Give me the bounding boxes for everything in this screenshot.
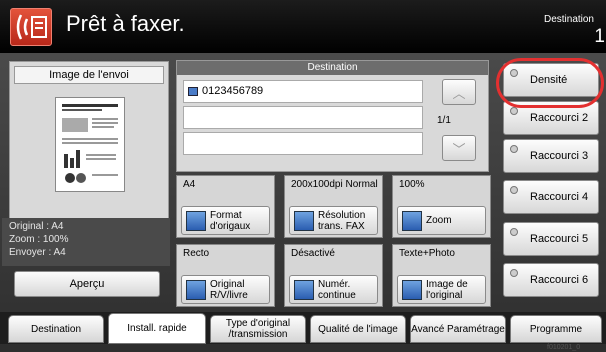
shortcut-3-button[interactable]: Raccourci 3	[503, 139, 599, 173]
destination-header: Destination	[177, 61, 488, 75]
original-size-button[interactable]: Format d'origaux	[181, 206, 270, 235]
destination-number: 0123456789	[202, 85, 264, 97]
original-size-icon	[186, 210, 206, 231]
shortcut-led-icon	[510, 269, 518, 277]
document-thumbnail	[55, 97, 125, 192]
zoom-icon	[402, 210, 422, 231]
function-button-label: Format d'origaux	[210, 209, 251, 232]
settings-summary: Original : A4 Zoom : 100% Envoyer : A4	[2, 218, 170, 266]
function-value: Recto	[183, 248, 210, 259]
highlight-circle	[496, 58, 604, 108]
chevron-up-icon: ︿	[452, 85, 466, 101]
original-image-icon	[402, 279, 422, 300]
function-button-label: Zoom	[426, 215, 452, 226]
tab-image-quality[interactable]: Qualité de l'image	[310, 315, 406, 343]
continuous-scan-icon	[294, 279, 314, 300]
preview-button[interactable]: Aperçu	[14, 271, 160, 297]
destination-row[interactable]	[183, 106, 423, 129]
chevron-down-icon: ﹀	[452, 141, 466, 157]
tab-destination[interactable]: Destination	[8, 315, 104, 343]
tab-quick-setup[interactable]: Install. rapide	[108, 313, 206, 344]
shortcut-4-button[interactable]: Raccourci 4	[503, 180, 599, 214]
summary-zoom: Zoom : 100%	[9, 234, 69, 245]
function-original-size: A4 Format d'origaux	[176, 175, 275, 238]
function-button-label: Image de l'original	[426, 278, 468, 301]
function-fax-resolution: 200x100dpi Normal Résolution trans. FAX	[284, 175, 383, 238]
function-value: Texte+Photo	[399, 248, 455, 259]
tab-program[interactable]: Programme	[510, 315, 602, 343]
shortcut-label: Raccourci 3	[530, 150, 589, 162]
function-zoom: 100% Zoom	[392, 175, 491, 238]
fax-resolution-button[interactable]: Résolution trans. FAX	[289, 206, 378, 235]
function-continuous-scan: Désactivé Numér. continue	[284, 244, 383, 307]
page-indicator: 1/1	[437, 115, 451, 126]
shortcut-label: Raccourci 5	[530, 233, 589, 245]
shortcut-label: Raccourci 2	[530, 112, 589, 124]
function-value: A4	[183, 179, 196, 190]
function-value: 100%	[399, 179, 425, 190]
fax-screen: Prêt à faxer. Destination 1 Image de l'e…	[0, 0, 606, 352]
summary-send-size: Envoyer : A4	[9, 247, 66, 258]
preview-title: Image de l'envoi	[14, 66, 164, 84]
function-value: Désactivé	[291, 248, 335, 259]
image-id: f010201_0	[547, 344, 581, 351]
header-bar: Prêt à faxer. Destination 1	[0, 0, 606, 53]
shortcut-5-button[interactable]: Raccourci 5	[503, 222, 599, 256]
destination-row[interactable]: 0123456789	[183, 80, 423, 103]
scroll-down-button[interactable]: ﹀	[442, 135, 476, 161]
page-title: Prêt à faxer.	[66, 11, 185, 36]
shortcut-led-icon	[510, 186, 518, 194]
function-button-label: Original R/V/livre	[210, 278, 248, 301]
function-value: 200x100dpi Normal	[291, 179, 378, 190]
duplex-icon	[186, 279, 206, 300]
shortcut-led-icon	[510, 228, 518, 236]
dpi-icon	[294, 210, 314, 231]
summary-original: Original : A4	[9, 221, 64, 232]
destination-row[interactable]	[183, 132, 423, 155]
scroll-up-button[interactable]: ︿	[442, 79, 476, 105]
duplex-original-button[interactable]: Original R/V/livre	[181, 275, 270, 304]
tab-advanced-setup[interactable]: Avancé Paramétrage	[410, 315, 506, 343]
shortcut-label: Raccourci 6	[530, 274, 589, 286]
shortcut-6-button[interactable]: Raccourci 6	[503, 263, 599, 297]
preview-panel: Image de l'envoi	[9, 61, 169, 236]
destination-count-label: Destination	[543, 14, 594, 25]
zoom-button[interactable]: Zoom	[397, 206, 486, 235]
shortcut-label: Raccourci 4	[530, 191, 589, 203]
fax-mode-icon	[10, 8, 52, 46]
function-original-image: Texte+Photo Image de l'original	[392, 244, 491, 307]
continuous-scan-button[interactable]: Numér. continue	[289, 275, 378, 304]
tab-original-transmission[interactable]: Type d'original /transmission	[210, 315, 306, 343]
shortcut-led-icon	[510, 107, 518, 115]
destination-panel: Destination 0123456789 ︿ 1/1 ﹀	[176, 60, 489, 172]
function-button-label: Résolution trans. FAX	[318, 209, 366, 232]
function-duplex: Recto Original R/V/livre	[176, 244, 275, 307]
function-button-label: Numér. continue	[318, 278, 356, 301]
original-image-button[interactable]: Image de l'original	[397, 275, 486, 304]
destination-count: 1	[594, 26, 605, 47]
shortcut-led-icon	[510, 145, 518, 153]
fax-number-icon	[188, 87, 198, 96]
